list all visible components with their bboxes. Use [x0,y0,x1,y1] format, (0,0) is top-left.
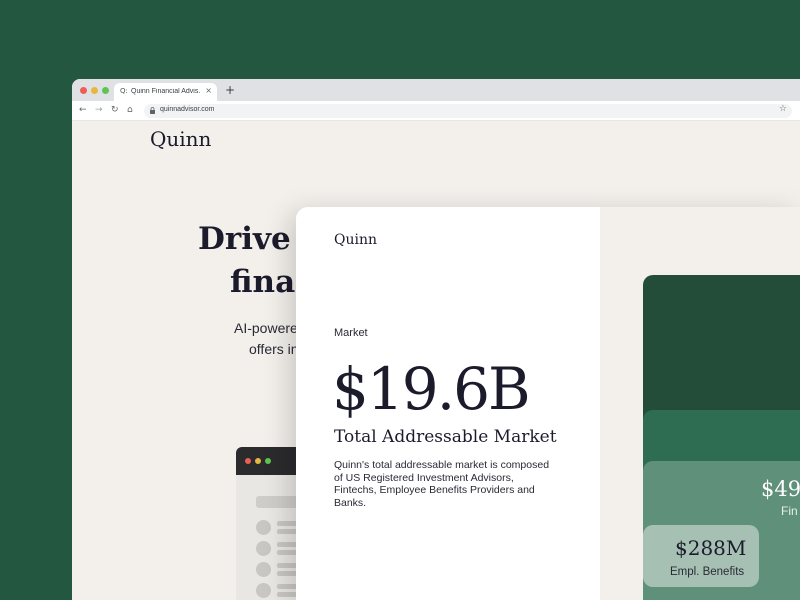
tab-quinn[interactable]: Q: Quinn Financial Advis… × [114,83,217,101]
favicon-icon: Q: [120,87,128,95]
slide-kicker: Market [334,327,368,339]
mockup-avatar [256,562,271,577]
new-tab-button[interactable]: + [225,83,235,97]
slide-description: Quinn's total addressable market is comp… [334,459,550,509]
slide-logo: Quinn [334,232,378,248]
close-window-button[interactable] [80,87,87,94]
home-icon[interactable]: ⌂ [127,105,133,115]
reload-icon[interactable]: ↻ [111,105,119,115]
address-bar[interactable]: quinnadvisor.com ☆ [144,104,792,118]
tab-title: Quinn Financial Advis… [131,88,201,95]
mockup-avatar [256,541,271,556]
segment-value: $288M [675,536,747,560]
close-tab-icon[interactable]: × [205,86,212,95]
mockup-dot [255,458,261,464]
lock-icon [150,107,155,114]
segment-value: $49 [761,477,800,501]
browser-toolbar: ← → ↻ ⌂ quinnadvisor.com ☆ [72,101,800,121]
slide-text-panel: Quinn Market $19.6B Total Addressable Ma… [296,207,600,600]
mockup-dot [265,458,271,464]
market-slide-card: Quinn Market $19.6B Total Addressable Ma… [296,207,800,600]
benefits-segment-block: $288M Empl. Benefits [643,525,759,587]
forward-arrow-icon[interactable]: → [95,105,103,115]
slide-heading: Total Addressable Market [334,427,557,447]
maximize-window-button[interactable] [102,87,109,94]
url-text: quinnadvisor.com [160,106,215,113]
mockup-avatar [256,520,271,535]
hero-subtitle-line-2: offers in [249,341,299,357]
mockup-line [277,571,297,576]
mockup-avatar [256,583,271,598]
mockup-line [277,592,297,597]
minimize-window-button[interactable] [91,87,98,94]
back-arrow-icon[interactable]: ← [79,105,87,115]
mockup-line [277,529,297,534]
site-logo[interactable]: Quinn [150,127,211,151]
tab-bar: Q: Quinn Financial Advis… × + [72,79,800,101]
mockup-dot [245,458,251,464]
mockup-line [277,550,297,555]
hero-subtitle-line-1: AI-powere [234,320,298,336]
segment-label: Empl. Benefits [670,566,745,578]
segment-label: Fin [781,504,798,518]
market-size-value: $19.6B [332,355,531,423]
star-icon[interactable]: ☆ [779,104,787,114]
